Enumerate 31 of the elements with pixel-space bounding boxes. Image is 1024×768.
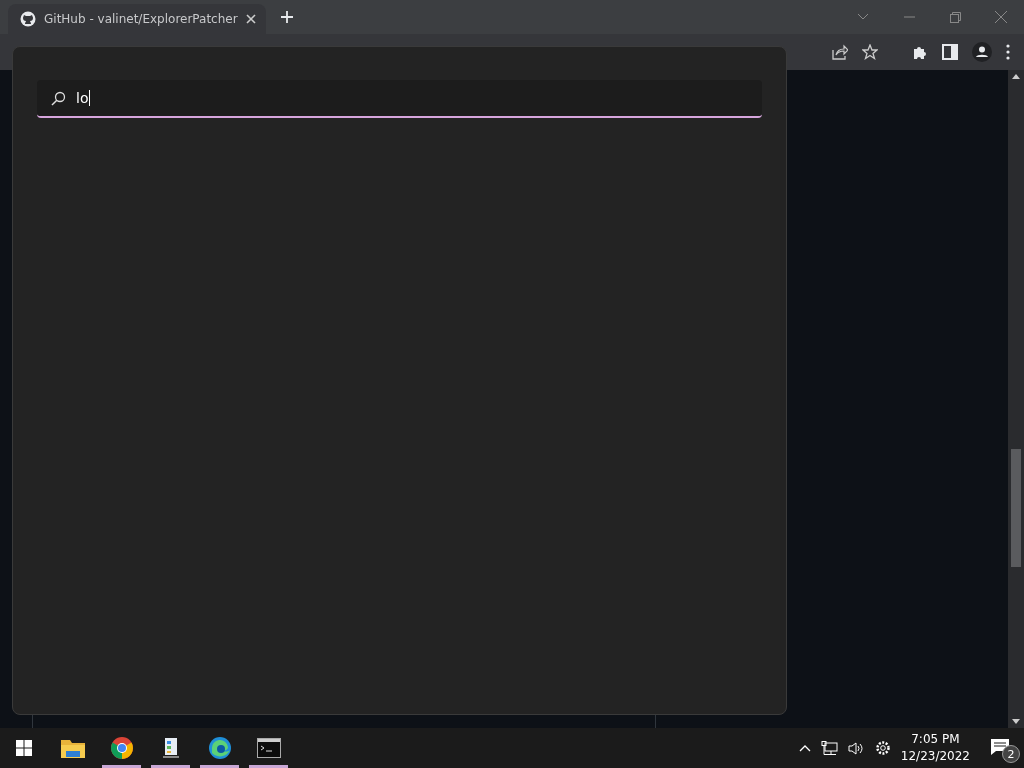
clock[interactable]: 7:05 PM 12/23/2022 (900, 731, 970, 765)
close-icon[interactable] (995, 11, 1007, 23)
search-icon (51, 90, 66, 106)
star-icon[interactable] (862, 44, 878, 60)
share-icon[interactable] (832, 44, 848, 60)
profile-icon[interactable] (972, 42, 992, 62)
folder-icon (59, 737, 86, 759)
notification-count: 2 (1002, 745, 1020, 763)
scroll-up-icon[interactable] (1012, 74, 1020, 79)
network-icon[interactable] (820, 740, 838, 756)
terminal-icon (256, 738, 281, 758)
github-icon (20, 11, 36, 27)
scrollbar[interactable] (1008, 70, 1024, 728)
browser-tab[interactable]: GitHub - valinet/ExplorerPatcher (8, 4, 266, 34)
document-icon (161, 737, 180, 759)
volume-icon[interactable] (847, 740, 865, 756)
new-tab-icon[interactable] (279, 10, 294, 24)
more-icon[interactable] (1006, 44, 1010, 60)
side-panel-icon[interactable] (942, 44, 958, 60)
restore-icon[interactable] (949, 11, 961, 23)
close-icon[interactable] (245, 14, 256, 24)
chrome-icon (109, 736, 134, 760)
gear-icon[interactable] (874, 740, 891, 756)
scroll-down-icon[interactable] (1012, 719, 1020, 724)
edge-icon (207, 736, 232, 760)
start-icon[interactable] (16, 740, 32, 756)
puzzle-icon[interactable] (912, 44, 928, 60)
chevron-down-icon[interactable] (857, 13, 869, 21)
search-field[interactable]: lo (37, 80, 762, 118)
chevron-up-icon[interactable] (798, 744, 811, 752)
scrollbar-thumb[interactable] (1011, 449, 1021, 567)
